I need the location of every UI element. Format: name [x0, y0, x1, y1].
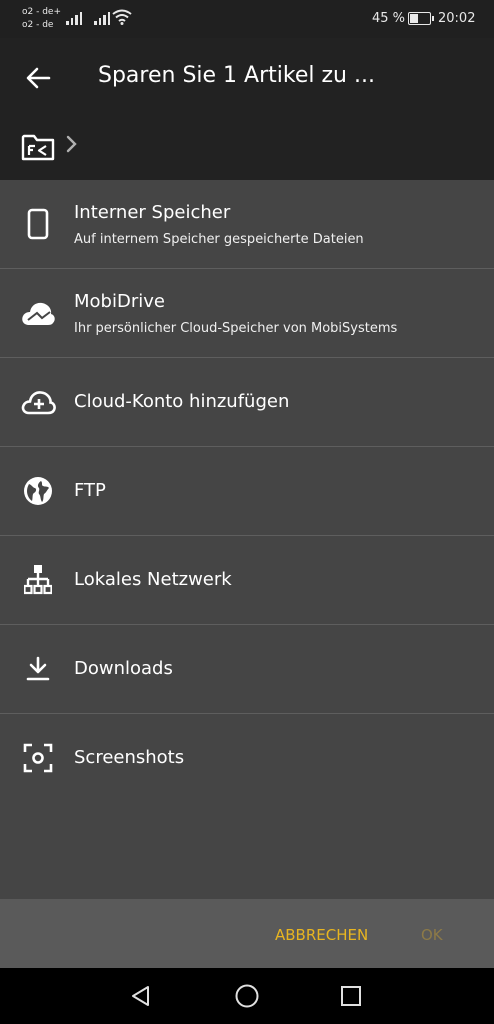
- nav-home-button[interactable]: [233, 982, 261, 1010]
- back-button[interactable]: [18, 58, 58, 98]
- location-ftp[interactable]: FTP: [0, 447, 494, 536]
- location-downloads[interactable]: Downloads: [0, 625, 494, 714]
- phone-icon: [20, 206, 56, 242]
- location-label: FTP: [74, 480, 106, 501]
- clock: 20:02: [438, 11, 476, 26]
- ok-button[interactable]: OK: [421, 926, 443, 944]
- nav-recents-button[interactable]: [337, 982, 365, 1010]
- dialog-footer: ABBRECHEN OK: [0, 899, 494, 968]
- location-subtitle: Auf internem Speicher gespeicherte Datei…: [74, 232, 364, 247]
- location-label: Lokales Netzwerk: [74, 569, 232, 590]
- chevron-right-icon: [66, 135, 77, 153]
- location-label: Interner Speicher: [74, 202, 231, 223]
- navigation-bar: [0, 968, 494, 1024]
- screenshot-icon: [20, 740, 56, 776]
- wifi-icon: [112, 9, 132, 25]
- location-screenshots[interactable]: Screenshots: [0, 714, 494, 802]
- cloud-add-icon: [20, 384, 56, 420]
- page-title: Sparen Sie 1 Artikel zu ...: [98, 63, 375, 88]
- cloud-icon: [20, 295, 56, 331]
- location-add-cloud-account[interactable]: Cloud-Konto hinzufügen: [0, 358, 494, 447]
- location-mobidrive[interactable]: MobiDrive Ihr persönlicher Cloud-Speiche…: [0, 269, 494, 358]
- location-label: MobiDrive: [74, 291, 165, 312]
- triangle-back-icon: [132, 986, 149, 1006]
- location-internal-storage[interactable]: Interner Speicher Auf internem Speicher …: [0, 180, 494, 269]
- download-icon: [20, 651, 56, 687]
- location-list: Interner Speicher Auf internem Speicher …: [0, 180, 494, 802]
- battery-icon: [408, 12, 434, 25]
- location-label: Cloud-Konto hinzufügen: [74, 391, 290, 412]
- network-icon: [20, 562, 56, 598]
- location-label: Downloads: [74, 658, 173, 679]
- nav-back-button[interactable]: [127, 982, 155, 1010]
- cancel-button[interactable]: ABBRECHEN: [275, 926, 368, 944]
- location-label: Screenshots: [74, 747, 185, 768]
- location-local-network[interactable]: Lokales Netzwerk: [0, 536, 494, 625]
- status-bar: o2 - de+ o2 - de 45 % 20:02: [0, 0, 494, 38]
- battery-percent: 45 %: [372, 11, 406, 26]
- location-subtitle: Ihr persönlicher Cloud-Speicher von Mobi…: [74, 321, 398, 336]
- carrier-1: o2 - de+: [22, 7, 61, 17]
- signal-icon: [94, 11, 110, 25]
- globe-icon: [20, 473, 56, 509]
- arrow-left-icon: [26, 67, 51, 89]
- carrier-2: o2 - de: [22, 20, 54, 30]
- toolbar: Sparen Sie 1 Artikel zu ...: [0, 38, 494, 180]
- signal-icon: [66, 11, 82, 25]
- square-recents-icon: [341, 986, 361, 1006]
- circle-home-icon: [235, 984, 259, 1008]
- folder-fc-icon[interactable]: [20, 128, 56, 164]
